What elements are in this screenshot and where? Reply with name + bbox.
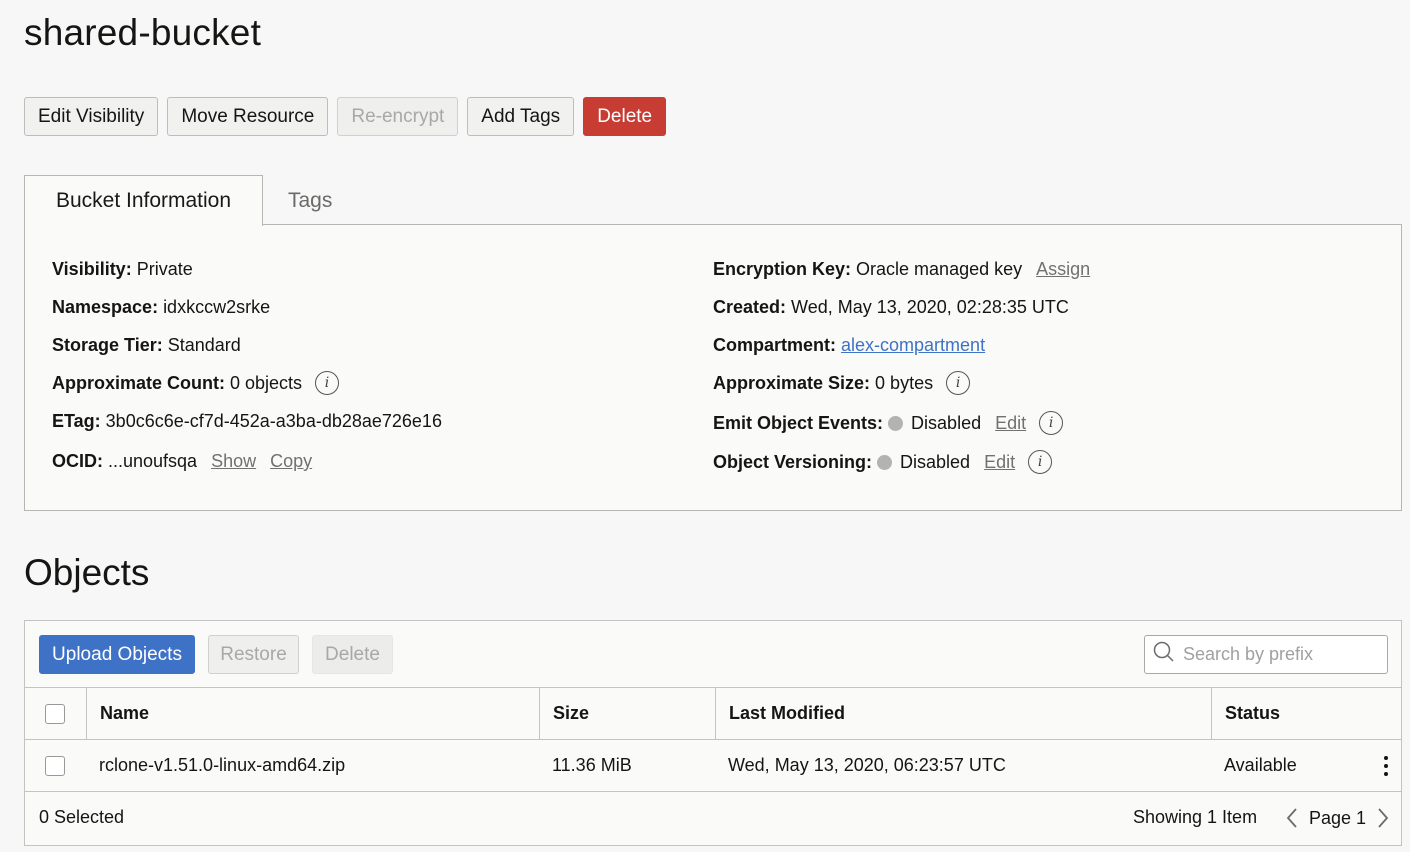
created-value: Wed, May 13, 2020, 02:28:35 UTC: [791, 297, 1069, 317]
column-divider: [539, 688, 540, 739]
upload-objects-button[interactable]: Upload Objects: [39, 635, 195, 674]
table-footer: 0 Selected Showing 1 Item Page 1: [25, 793, 1401, 845]
page-title: shared-bucket: [24, 12, 262, 53]
storage-tier-row: Storage Tier: Standard: [52, 335, 241, 356]
tab-bucket-information[interactable]: Bucket Information: [24, 175, 263, 226]
info-icon[interactable]: i: [946, 371, 971, 395]
approximate-size-label: Approximate Size:: [713, 372, 871, 393]
compartment-link[interactable]: alex-compartment: [841, 335, 985, 356]
versioning-label: Object Versioning:: [713, 451, 873, 472]
chevron-right-icon[interactable]: [1372, 805, 1394, 831]
approximate-size-row: Approximate Size: 0 bytes i: [713, 371, 971, 395]
info-icon[interactable]: i: [315, 371, 340, 395]
approximate-count-row: Approximate Count: 0 objects i: [52, 371, 340, 395]
versioning-value: Disabled: [900, 451, 971, 472]
column-header-name[interactable]: Name: [100, 688, 149, 739]
versioning-row: Object Versioning: Disabled Edit i: [713, 450, 1053, 474]
emit-events-row: Emit Object Events: Disabled Edit i: [713, 411, 1064, 435]
pagination: Page 1: [1281, 805, 1394, 831]
page-indicator: Page 1: [1309, 807, 1367, 828]
more-actions-icon[interactable]: [1383, 756, 1389, 776]
search-icon: [1153, 641, 1175, 668]
namespace-row: Namespace: idxkccw2srke: [52, 297, 270, 318]
visibility-value: Private: [136, 259, 193, 279]
showing-count: Showing 1 Item: [1133, 807, 1258, 827]
tab-tags[interactable]: Tags: [288, 175, 332, 226]
object-status: Available: [1224, 755, 1297, 775]
storage-tier-value: Standard: [167, 335, 241, 355]
encryption-key-label: Encryption Key:: [713, 259, 852, 279]
restore-button[interactable]: Restore: [208, 635, 299, 674]
namespace-value: idxkccw2srke: [163, 297, 271, 317]
add-tags-button[interactable]: Add Tags: [467, 97, 575, 136]
approximate-count-label: Approximate Count:: [52, 372, 225, 393]
column-header-last-modified[interactable]: Last Modified: [729, 688, 845, 739]
delete-objects-button[interactable]: Delete: [312, 635, 393, 674]
assign-key-link[interactable]: Assign: [1036, 259, 1090, 280]
encryption-key-row: Encryption Key: Oracle managed key Assig…: [713, 259, 1090, 280]
column-divider: [1211, 688, 1212, 739]
column-divider: [715, 688, 716, 739]
approximate-count-value: 0 objects: [230, 372, 303, 393]
chevron-left-icon[interactable]: [1281, 805, 1303, 831]
info-icon[interactable]: i: [1028, 450, 1053, 474]
object-name[interactable]: rclone-v1.51.0-linux-amd64.zip: [99, 740, 345, 791]
edit-visibility-button[interactable]: Edit Visibility: [24, 97, 159, 136]
row-checkbox[interactable]: [45, 755, 65, 776]
table-header: Name Size Last Modified Status: [25, 687, 1401, 740]
ocid-label: OCID:: [52, 451, 103, 471]
column-header-status[interactable]: Status: [1225, 688, 1280, 739]
bucket-tabs: Bucket Information Tags: [24, 175, 1402, 226]
move-resource-button[interactable]: Move Resource: [167, 97, 329, 136]
encryption-key-value: Oracle managed key: [856, 259, 1023, 279]
storage-tier-label: Storage Tier:: [52, 335, 163, 355]
created-label: Created:: [713, 297, 787, 317]
visibility-label: Visibility:: [52, 259, 132, 279]
etag-value: 3b0c6c6e-cf7d-452a-a3ba-db28ae726e16: [105, 411, 442, 431]
objects-section-title: Objects: [24, 552, 150, 593]
delete-bucket-button[interactable]: Delete: [583, 97, 667, 136]
row-select-cell: [45, 740, 65, 791]
objects-toolbar: Upload Objects Restore Delete: [39, 635, 393, 674]
objects-table: Name Size Last Modified Status rclone-v1…: [25, 687, 1401, 792]
object-last-modified: Wed, May 13, 2020, 06:23:57 UTC: [728, 755, 1006, 775]
namespace-label: Namespace:: [52, 297, 159, 317]
column-divider: [86, 688, 87, 739]
visibility-row: Visibility: Private: [52, 259, 193, 280]
disabled-status-dot: [888, 415, 904, 431]
emit-events-edit-link[interactable]: Edit: [995, 413, 1026, 434]
emit-events-label: Emit Object Events:: [713, 412, 884, 433]
ocid-show-link[interactable]: Show: [211, 451, 256, 472]
ocid-copy-link[interactable]: Copy: [270, 451, 312, 472]
search-prefix-input[interactable]: [1183, 644, 1383, 665]
object-size: 11.36 MiB: [552, 755, 632, 775]
re-encrypt-button[interactable]: Re-encrypt: [337, 97, 459, 136]
emit-events-value: Disabled: [911, 412, 982, 433]
bucket-information-panel: Visibility: Private Namespace: idxkccw2s…: [24, 225, 1402, 511]
created-row: Created: Wed, May 13, 2020, 02:28:35 UTC: [713, 297, 1069, 318]
compartment-label: Compartment:: [713, 335, 837, 355]
versioning-edit-link[interactable]: Edit: [984, 452, 1015, 473]
column-header-size[interactable]: Size: [553, 688, 589, 739]
disabled-status-dot: [877, 454, 893, 470]
objects-panel: Upload Objects Restore Delete Name Size …: [24, 620, 1402, 846]
approximate-size-value: 0 bytes: [875, 372, 934, 393]
select-all-checkbox[interactable]: [45, 703, 65, 724]
search-box: [1144, 635, 1388, 674]
table-row: rclone-v1.51.0-linux-amd64.zip 11.36 MiB…: [25, 740, 1401, 792]
ocid-value: ...unoufsqa: [108, 451, 198, 471]
bucket-actions-toolbar: Edit Visibility Move Resource Re-encrypt…: [24, 97, 667, 136]
ocid-row: OCID: ...unoufsqa Show Copy: [52, 451, 312, 472]
info-icon[interactable]: i: [1039, 411, 1064, 435]
compartment-row: Compartment: alex-compartment: [713, 335, 985, 356]
select-all-cell: [45, 688, 65, 739]
etag-row: ETag: 3b0c6c6e-cf7d-452a-a3ba-db28ae726e…: [52, 411, 442, 432]
etag-label: ETag:: [52, 411, 101, 431]
selected-count: 0 Selected: [39, 807, 125, 827]
